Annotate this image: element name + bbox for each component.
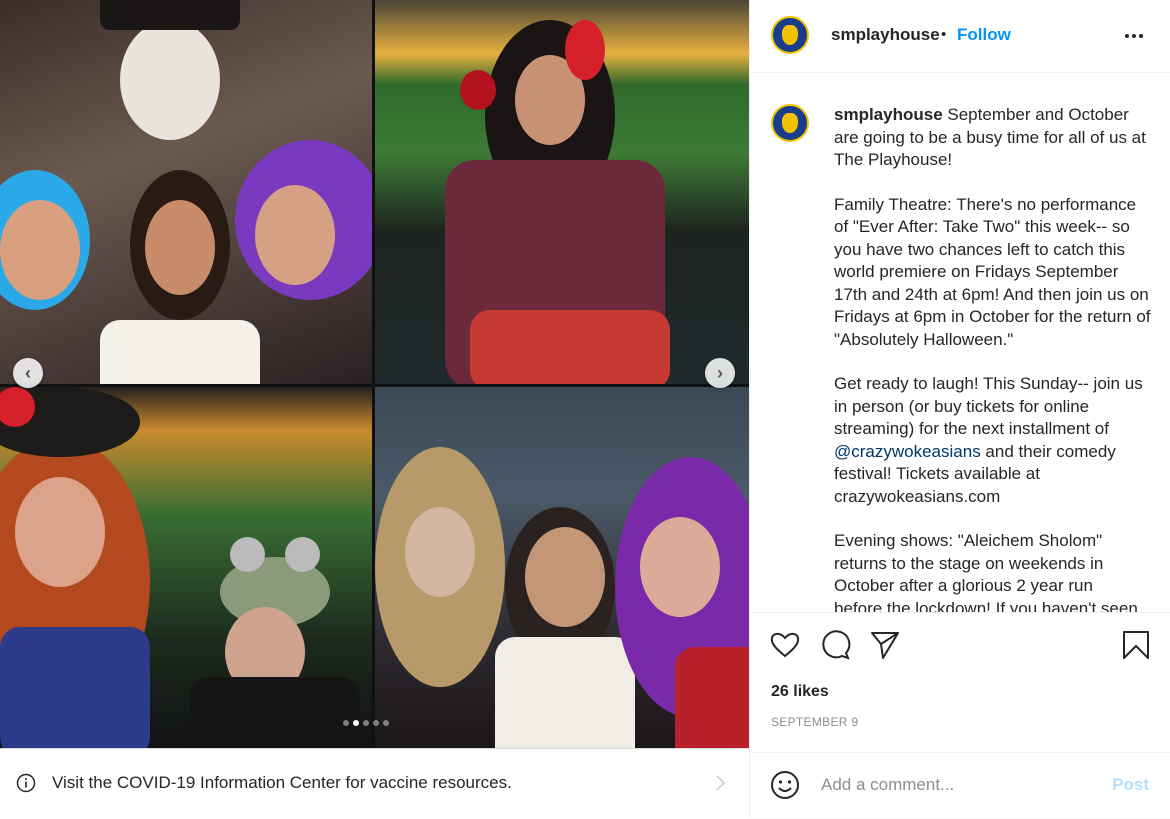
post-caption: smplayhouse September and October are go… — [834, 104, 1154, 612]
covid-info-banner[interactable]: Visit the COVID-19 Information Center fo… — [0, 748, 749, 819]
paper-plane-icon[interactable] — [869, 629, 901, 661]
heart-icon[interactable] — [769, 629, 801, 661]
post-header: smplayhouse • Follow — [750, 0, 1170, 73]
header-username[interactable]: smplayhouse — [831, 25, 940, 45]
chevron-right-icon — [716, 775, 726, 791]
comment-input[interactable]: Add a comment... — [821, 775, 954, 795]
carousel-dot — [383, 720, 389, 726]
photo-witch-and-frog-hat — [0, 387, 372, 748]
caption-username[interactable]: smplayhouse — [834, 105, 943, 124]
carousel-dot — [343, 720, 349, 726]
post-media-carousel[interactable]: ‹ › — [0, 0, 749, 748]
carousel-dot-active — [353, 720, 359, 726]
comment-icon[interactable] — [819, 629, 851, 661]
photo-girl-with-apples — [375, 0, 749, 384]
info-icon — [16, 773, 36, 793]
caption-text: Get ready to laugh! This Sunday-- join u… — [834, 374, 1143, 438]
mention-link[interactable]: @crazywokeasians — [834, 442, 981, 461]
bookmark-icon[interactable] — [1120, 629, 1152, 661]
post-side-panel: smplayhouse • Follow smplayhouse Septemb… — [749, 0, 1170, 818]
caption-text: Family Theatre: There's no performance o… — [834, 194, 1151, 349]
chevron-right-icon: › — [717, 362, 723, 383]
carousel-dot — [373, 720, 379, 726]
likes-count[interactable]: 26 likes — [771, 683, 829, 701]
covid-banner-text: Visit the COVID-19 Information Center fo… — [52, 773, 512, 792]
comment-bar: Add a comment... Post — [750, 752, 1170, 819]
header-separator: • — [941, 26, 947, 43]
photo-cat-and-clown — [0, 0, 372, 384]
post-date[interactable]: SEPTEMBER 9 — [771, 715, 858, 729]
carousel-indicator — [343, 720, 389, 726]
caption-text-cut: before the lockdown! If you haven't seen — [834, 598, 1138, 613]
next-slide-button[interactable]: › — [705, 358, 735, 388]
previous-slide-button[interactable]: ‹ — [13, 358, 43, 388]
chevron-left-icon: ‹ — [25, 362, 31, 383]
caption-text: Evening shows: "Aleichem Sholom" returns… — [834, 531, 1104, 595]
avatar[interactable] — [771, 16, 809, 54]
follow-button[interactable]: Follow — [957, 25, 1011, 45]
avatar[interactable] — [771, 104, 809, 142]
more-horizontal-icon[interactable] — [1122, 24, 1146, 48]
smiley-icon[interactable] — [769, 769, 801, 801]
caption-scroll-area[interactable]: smplayhouse September and October are go… — [750, 74, 1170, 612]
carousel-dot — [363, 720, 369, 726]
photo-scarecrow-and-friends — [375, 387, 749, 748]
post-comment-button[interactable]: Post — [1112, 775, 1149, 795]
